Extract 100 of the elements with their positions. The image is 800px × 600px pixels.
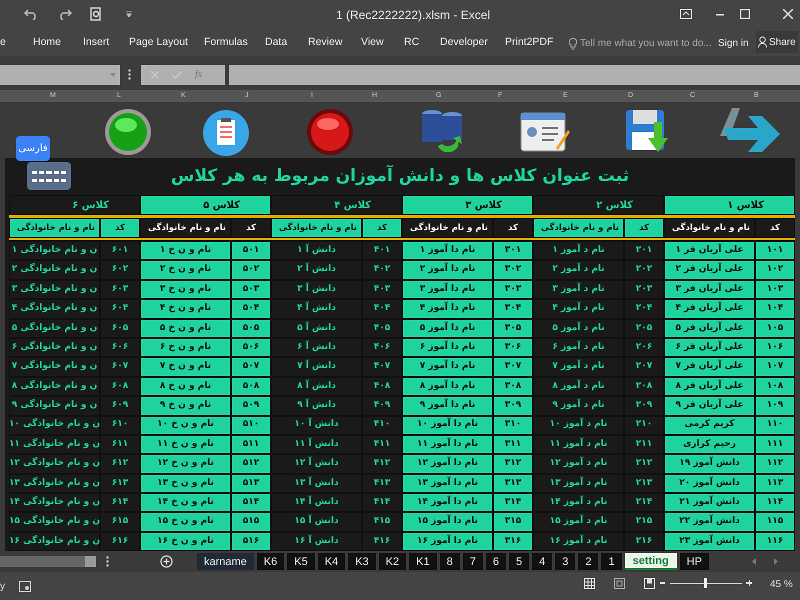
window-title: 1 (Rec2222222).xlsm - Excel — [336, 7, 490, 24]
sheet-tab[interactable]: 6 — [486, 553, 506, 570]
table-cell: ۴۰۲ — [362, 260, 402, 280]
ribbon-tab[interactable]: Page Layout — [129, 35, 188, 51]
sign-in-link[interactable]: Sign in — [718, 36, 749, 51]
check-icon[interactable] — [172, 70, 182, 78]
sheet-tab[interactable]: 5 — [508, 553, 530, 570]
sheet-tab[interactable]: 7 — [462, 553, 483, 570]
customize-icon[interactable] — [126, 11, 132, 17]
scroll-left-icon[interactable] — [752, 558, 756, 566]
table-cell: ۴۰۳ — [362, 280, 402, 300]
ribbon-tab[interactable]: RC — [404, 35, 420, 51]
table-cell: ۵۰۸ — [231, 376, 271, 396]
sheet-tab[interactable]: 1 — [601, 553, 622, 570]
undo-icon[interactable] — [24, 8, 38, 20]
column-heading: نام و نام خانوادگی — [140, 218, 231, 238]
add-sheet-icon[interactable] — [160, 555, 173, 568]
zoom-level[interactable]: 45 % — [770, 577, 793, 592]
ribbon-tab[interactable]: Home — [33, 35, 62, 51]
formula-input[interactable] — [229, 64, 800, 84]
print-preview-icon[interactable] — [90, 7, 102, 21]
table-cell: نام د آموز ۱ — [533, 241, 624, 260]
tell-me-field[interactable]: Tell me what you want to do... — [580, 36, 712, 51]
sheet-tab[interactable]: 4 — [532, 553, 552, 570]
horizontal-scrollbar[interactable] — [0, 556, 96, 568]
sheet-tab[interactable]: HP — [680, 553, 709, 570]
clipboard-icon[interactable] — [203, 110, 249, 156]
zoom-slider[interactable] — [660, 576, 752, 590]
table-cell: ۶۱۱ — [100, 434, 140, 454]
sheet-tab[interactable]: 8 — [440, 553, 460, 570]
scroll-right-icon[interactable] — [774, 558, 778, 566]
ribbon-display-icon[interactable] — [680, 9, 692, 19]
sheet-tab[interactable]: K1 — [409, 553, 437, 570]
table-cell: دانش آموز ۱۹ — [664, 454, 755, 474]
sheet-tab[interactable]: karname — [197, 553, 254, 570]
page-layout-icon[interactable] — [614, 578, 625, 590]
table-cell: دانش آ ۱۳ — [271, 474, 362, 494]
table-cell: نام د آموز ۳ — [533, 280, 624, 300]
minimize-icon[interactable] — [716, 14, 724, 16]
keyboard-icon[interactable] — [27, 162, 71, 190]
table-cell: دانش آ ۲ — [271, 260, 362, 280]
table-cell: دانش آ ۱ — [271, 241, 362, 260]
close-icon[interactable] — [783, 9, 793, 19]
sheet-tab[interactable]: K6 — [256, 553, 284, 570]
table-cell: ۴۱۳ — [362, 474, 402, 494]
macro-record-icon[interactable] — [19, 580, 31, 592]
table-cell: علی آریان فر ۹ — [664, 396, 755, 416]
share-button[interactable]: Share — [756, 31, 798, 53]
maximize-icon[interactable] — [740, 9, 750, 19]
more-icon[interactable] — [128, 69, 131, 80]
language-badge[interactable]: فارسی — [16, 136, 50, 161]
table-cell: نام و ن خ ۱۵ — [140, 512, 231, 532]
more-icon[interactable] — [106, 556, 109, 568]
table-cell: نام د آموز ۶ — [533, 338, 624, 358]
sheet-tab[interactable]: setting — [624, 553, 677, 570]
table-cell: نام د آموز ۷ — [533, 357, 624, 377]
table-cell: نام د آموز ۱۵ — [533, 512, 624, 532]
column-heading: نام و نام خانوادگی — [9, 218, 100, 238]
table-cell: ۶۱۶ — [100, 532, 140, 552]
table-cell: نام و ن خ ۴ — [140, 299, 231, 319]
ribbon-tab[interactable]: Data — [265, 35, 288, 51]
column-heading: کد — [493, 218, 533, 238]
table-cell: ۱۰۷ — [755, 357, 795, 377]
name-box[interactable] — [0, 64, 120, 84]
ribbon-tab[interactable]: Review — [308, 35, 342, 51]
ribbon-tab[interactable]: View — [361, 35, 384, 51]
table-cell: ۵۰۷ — [231, 357, 271, 377]
id-card-icon[interactable] — [520, 112, 570, 154]
column-heading: کد — [231, 218, 271, 238]
table-cell: نام دا آموز ۱۱ — [402, 434, 493, 454]
normal-view-icon[interactable] — [584, 578, 595, 590]
sheet-tab[interactable]: K2 — [378, 553, 406, 570]
ribbon-tab[interactable]: Formulas — [204, 35, 248, 51]
lightbulb-icon[interactable] — [569, 38, 577, 50]
ribbon-tab[interactable]: Insert — [83, 35, 110, 51]
sheet-tab[interactable]: K5 — [287, 553, 315, 570]
ribbon-tab[interactable]: e — [0, 35, 6, 51]
round-button-icon[interactable] — [306, 108, 354, 156]
table-cell: ۵۱۵ — [231, 512, 271, 532]
table-cell: نام و ن خ ۱ — [140, 241, 231, 260]
save-icon[interactable] — [624, 108, 670, 154]
sheet-tab[interactable]: K4 — [318, 553, 346, 570]
sheet-tab[interactable]: 3 — [555, 553, 576, 570]
table-cell: ۵۰۳ — [231, 280, 271, 300]
sheet-tab[interactable]: 2 — [578, 553, 598, 570]
ribbon-tab[interactable]: Print2PDF — [505, 35, 554, 51]
column-heading: کد — [362, 218, 402, 238]
round-button-icon[interactable] — [104, 108, 152, 156]
sheet-tab[interactable]: K3 — [348, 553, 376, 570]
table-cell: نام د آموز ۱۱ — [533, 434, 624, 454]
table-cell: ن و نام خانوادگی ۱۱ — [9, 434, 100, 454]
ribbon-tab[interactable]: Developer — [440, 35, 488, 51]
table-cell: ۶۰۸ — [100, 376, 140, 396]
slider-thumb[interactable] — [704, 578, 706, 588]
column-heading: کد — [100, 218, 140, 238]
redo-icon[interactable] — [58, 8, 72, 20]
table-cell: ۴۱۲ — [362, 454, 402, 474]
table-cell: ۱۱۳ — [755, 474, 795, 494]
class-header: کلاس ۱ — [664, 195, 795, 215]
page-break-icon[interactable] — [644, 578, 655, 590]
